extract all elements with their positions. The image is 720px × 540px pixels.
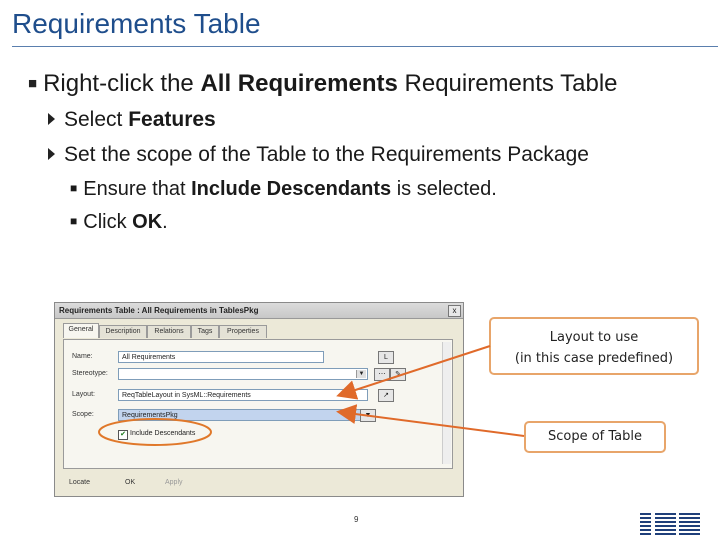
layout-arrow: [336, 345, 491, 400]
page-number: 9: [354, 515, 359, 524]
include-descendants-highlight: [98, 418, 212, 446]
annotation-overlay: [98, 345, 525, 446]
ibm-logo: [640, 510, 700, 536]
scope-arrow: [336, 404, 525, 437]
